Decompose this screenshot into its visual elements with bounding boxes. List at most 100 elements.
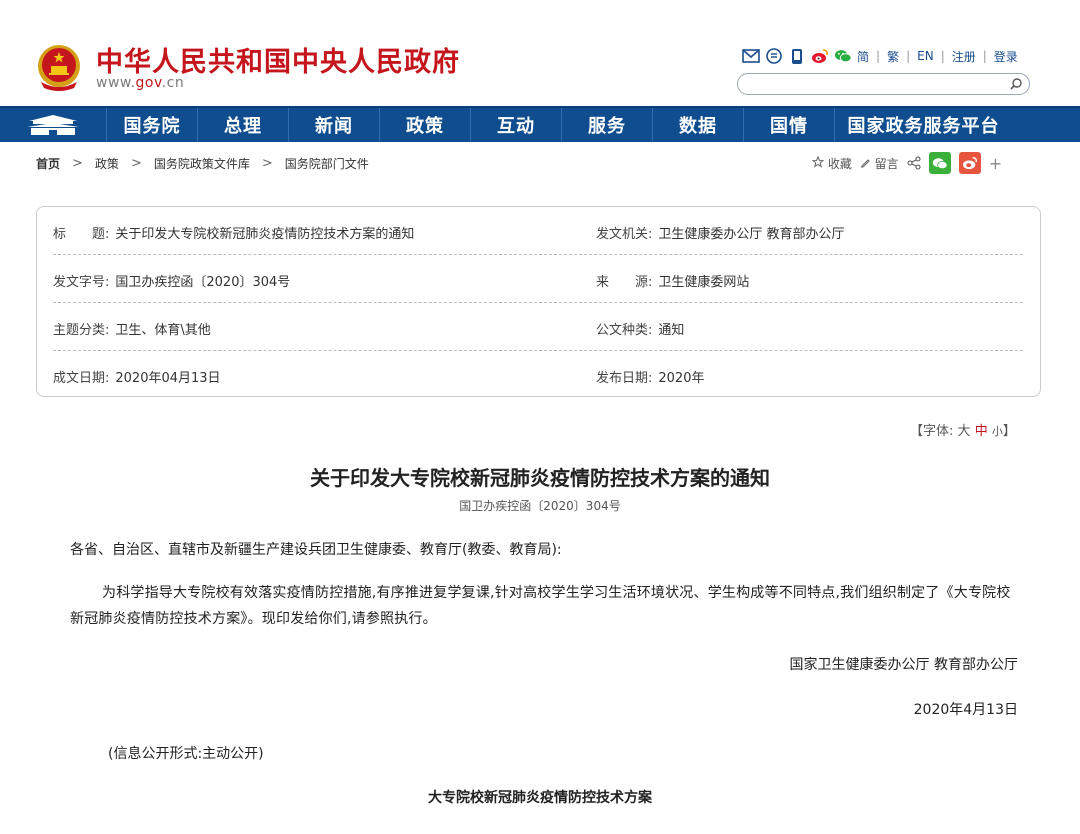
article-title: 关于印发大专院校新冠肺炎疫情防控技术方案的通知: [310, 466, 770, 490]
info-value: 卫生健康委网站: [658, 275, 750, 290]
info-docno: 发文字号: 国卫办疾控函〔2020〕304号: [53, 271, 290, 290]
font-size-prefix: 【字体:: [910, 424, 954, 439]
weibo-icon: [962, 157, 977, 170]
info-issuer: 发文机关: 卫生健康委办公厅 教育部办公厅: [596, 223, 845, 242]
info-source: 来 源: 卫生健康委网站: [596, 271, 749, 290]
nav-item-state-council[interactable]: 国务院: [106, 108, 197, 142]
top-tools: 简 | 繁 | EN | 注册 | 登录: [742, 46, 1018, 66]
info-title: 标 题: 关于印发大专院校新冠肺炎疫情防控技术方案的通知: [53, 223, 414, 242]
info-topic: 主题分类: 卫生、体育\其他: [53, 319, 211, 338]
site-url-suffix: .cn: [161, 75, 185, 91]
chevron-right-icon: >: [72, 156, 83, 171]
info-label: 标 题:: [53, 227, 110, 242]
info-value: 2020年: [658, 371, 705, 386]
article-date: 2020年4月13日: [913, 702, 1018, 718]
info-published: 发布日期: 2020年: [596, 367, 704, 386]
font-size-small[interactable]: 小: [992, 425, 1003, 438]
main-nav: 国务院 总理 新闻 政策 互动 服务 数据 国情 国家政务服务平台: [0, 106, 1080, 142]
breadcrumb-home[interactable]: 首页: [36, 155, 60, 172]
site-title[interactable]: 中华人民共和国中央人民政府: [96, 40, 460, 79]
nav-item-service-platform[interactable]: 国家政务服务平台: [834, 108, 1012, 142]
article-greeting: 各省、自治区、直辖市及新疆生产建设兵团卫生健康委、教育厅(教委、教育局):: [70, 542, 562, 558]
info-label: 发文字号:: [53, 275, 110, 290]
weibo-share-button[interactable]: [958, 152, 981, 174]
nav-item-interaction[interactable]: 互动: [470, 108, 561, 142]
mail-icon[interactable]: [742, 47, 760, 65]
divider: |: [876, 49, 881, 63]
chevron-right-icon: >: [261, 156, 273, 171]
tiananmen-icon: [27, 115, 79, 135]
pencil-icon: [860, 158, 870, 167]
info-value: 国卫办疾控函〔2020〕304号: [115, 275, 291, 290]
info-row: 发文字号: 国卫办疾控函〔2020〕304号 来 源: 卫生健康委网站: [53, 255, 1023, 303]
search-icon[interactable]: [1009, 77, 1023, 91]
font-size-medium[interactable]: 中: [975, 424, 988, 439]
comment-button[interactable]: 留言: [860, 155, 899, 172]
favorite-button[interactable]: 收藏: [811, 155, 852, 172]
mobile-icon[interactable]: [788, 47, 806, 65]
info-value: 通知: [658, 323, 685, 338]
national-emblem-icon[interactable]: [36, 42, 82, 92]
wechat-icon: [932, 157, 948, 169]
info-label: 主题分类:: [53, 323, 110, 338]
breadcrumb-policy[interactable]: 政策: [95, 155, 119, 172]
register-link[interactable]: 注册: [952, 48, 976, 65]
info-row: 主题分类: 卫生、体育\其他 公文种类: 通知: [53, 303, 1023, 351]
info-value: 关于印发大专院校新冠肺炎疫情防控技术方案的通知: [115, 227, 415, 242]
feed-icon[interactable]: [765, 47, 783, 65]
nav-item-data[interactable]: 数据: [652, 108, 743, 142]
divider: |: [982, 49, 987, 63]
favorite-label: 收藏: [827, 156, 852, 171]
article-body: 为科学指导大专院校有效落实疫情防控措施,有序推进复学复课,针对高校学生学习生活环…: [70, 585, 1011, 627]
breadcrumb-dept-docs[interactable]: 国务院部门文件: [285, 155, 369, 172]
search-input[interactable]: [737, 73, 1030, 95]
site-header: 中华人民共和国中央人民政府 www.gov.cn 简 | 繁 | EN | 注册…: [0, 0, 1080, 106]
nav-item-policy[interactable]: 政策: [379, 108, 470, 142]
breadcrumb-policy-library[interactable]: 国务院政策文件库: [154, 155, 250, 172]
breadcrumb: 首页 > 政策 > 国务院政策文件库 > 国务院部门文件: [36, 155, 369, 172]
site-url-domain: gov: [135, 75, 162, 91]
divider: |: [940, 49, 945, 63]
share-toolbar: 收藏 留言 +: [811, 152, 1002, 174]
more-share-button[interactable]: +: [989, 154, 1002, 173]
weibo-icon[interactable]: [811, 47, 829, 65]
share-icon[interactable]: [907, 156, 921, 170]
site-url[interactable]: www.gov.cn: [96, 75, 184, 91]
login-link[interactable]: 登录: [994, 48, 1018, 65]
lang-traditional[interactable]: 繁: [887, 48, 899, 65]
article-disclosure: (信息公开形式:主动公开): [108, 746, 264, 762]
article-signature: 国家卫生健康委办公厅 教育部办公厅: [789, 657, 1018, 673]
document-info-box: 标 题: 关于印发大专院校新冠肺炎疫情防控技术方案的通知 发文机关: 卫生健康委办公…: [36, 206, 1041, 397]
nav-item-services[interactable]: 服务: [561, 108, 652, 142]
star-icon: [811, 155, 825, 168]
nav-item-national[interactable]: 国情: [743, 108, 834, 142]
info-value: 卫生、体育\其他: [115, 323, 211, 338]
divider: |: [906, 49, 911, 63]
info-value: 卫生健康委办公厅 教育部办公厅: [658, 227, 845, 242]
info-row: 标 题: 关于印发大专院校新冠肺炎疫情防控技术方案的通知 发文机关: 卫生健康委办公…: [53, 207, 1023, 255]
site-url-prefix: www.: [96, 75, 136, 91]
wechat-icon[interactable]: [834, 47, 852, 65]
info-label: 发布日期:: [596, 371, 653, 386]
wechat-share-button[interactable]: [928, 152, 951, 174]
home-nav-button[interactable]: [0, 108, 106, 142]
info-label: 公文种类:: [596, 323, 653, 338]
font-size-suffix: 】: [1002, 424, 1016, 439]
article-doc-number: 国卫办疾控函〔2020〕304号: [459, 499, 621, 513]
lang-english[interactable]: EN: [917, 49, 934, 63]
info-label: 成文日期:: [53, 371, 110, 386]
font-size-large[interactable]: 大: [958, 424, 971, 439]
comment-label: 留言: [874, 156, 899, 171]
info-type: 公文种类: 通知: [596, 319, 684, 338]
info-label: 发文机关:: [596, 227, 653, 242]
info-value: 2020年04月13日: [115, 371, 221, 386]
nav-item-premier[interactable]: 总理: [197, 108, 288, 142]
article-subtitle: 大专院校新冠肺炎疫情防控技术方案: [428, 790, 652, 806]
nav-item-news[interactable]: 新闻: [288, 108, 379, 142]
info-row: 成文日期: 2020年04月13日 发布日期: 2020年: [53, 351, 1023, 399]
chevron-right-icon: >: [130, 156, 142, 171]
font-size-selector: 【字体: 大 中 小】: [910, 420, 1016, 439]
info-label: 来 源:: [596, 275, 653, 290]
lang-simplified[interactable]: 简: [857, 48, 869, 65]
info-created: 成文日期: 2020年04月13日: [53, 367, 221, 386]
